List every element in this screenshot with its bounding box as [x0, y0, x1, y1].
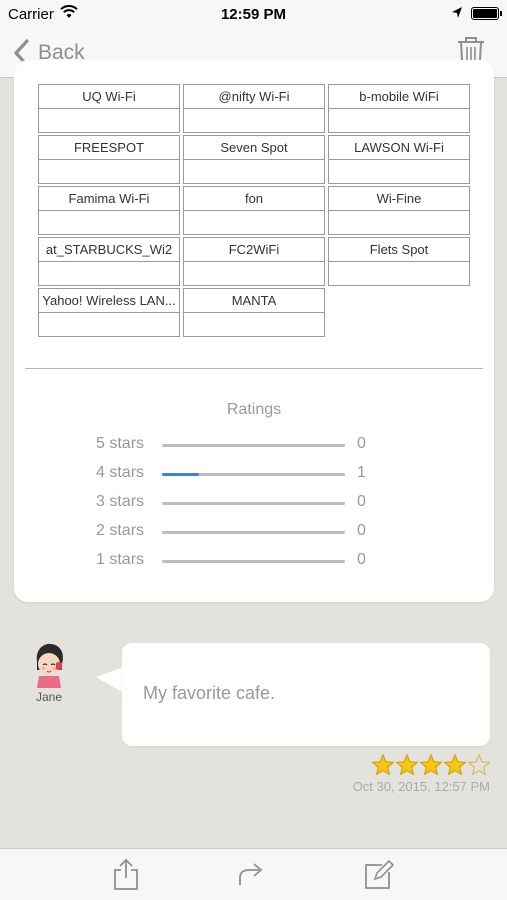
review-bubble: My favorite cafe.: [122, 643, 490, 746]
wifi-service-name: @nifty Wi-Fi: [184, 85, 324, 109]
wifi-service-name: Famima Wi-Fi: [39, 187, 179, 211]
rating-count: 0: [357, 493, 366, 510]
rating-bar: [162, 444, 345, 447]
rating-bar: [162, 502, 345, 505]
rating-count: 1: [357, 464, 366, 481]
wifi-service-name: FC2WiFi: [184, 238, 324, 262]
rating-bar: [162, 531, 345, 534]
section-divider: [25, 368, 483, 369]
review-text: My favorite cafe.: [143, 683, 276, 703]
rating-row: 3 stars 0: [14, 491, 494, 515]
rating-bar-fill: [162, 473, 199, 476]
star-filled-icon: [419, 754, 443, 776]
wifi-service-name: at_STARBUCKS_Wi2: [39, 238, 179, 262]
wifi-service-name: Yahoo! Wireless LAN...: [39, 289, 179, 313]
wifi-service-cell: at_STARBUCKS_Wi2: [38, 237, 180, 286]
avatar[interactable]: [29, 640, 69, 688]
wifi-service-cell: Wi-Fine: [328, 186, 470, 235]
wifi-service-cell: Yahoo! Wireless LAN...: [38, 288, 180, 337]
wifi-service-name: UQ Wi-Fi: [39, 85, 179, 109]
rating-count: 0: [357, 551, 366, 568]
rating-row: 5 stars 0: [14, 433, 494, 457]
wifi-service-cell: Flets Spot: [328, 237, 470, 286]
wifi-service-cell: LAWSON Wi-Fi: [328, 135, 470, 184]
review-date: Oct 30, 2015, 12:57 PM: [352, 779, 490, 794]
wifi-service-cell: b-mobile WiFi: [328, 84, 470, 133]
forward-icon[interactable]: [235, 857, 267, 891]
star-filled-icon: [371, 754, 395, 776]
battery-icon: [471, 7, 502, 20]
wifi-service-name: Wi-Fine: [329, 187, 469, 211]
rating-row: 2 stars 0: [14, 520, 494, 544]
rating-count: 0: [357, 435, 366, 452]
status-time: 12:59 PM: [220, 6, 287, 23]
rating-row: 1 stars 0: [14, 549, 494, 573]
wifi-service-name: Seven Spot: [184, 136, 324, 160]
location-arrow-icon: [452, 7, 462, 18]
place-detail-card: UQ Wi-Fi @nifty Wi-Fi b-mobile WiFi FREE…: [14, 60, 494, 602]
wifi-service-name: Flets Spot: [329, 238, 469, 262]
review-star-rating: [371, 754, 491, 776]
rating-bar: [162, 560, 345, 563]
star-filled-icon: [395, 754, 419, 776]
reviewer-name: Jane: [35, 690, 63, 704]
wifi-service-cell: Seven Spot: [183, 135, 325, 184]
wifi-service-cell: fon: [183, 186, 325, 235]
wifi-service-name: b-mobile WiFi: [329, 85, 469, 109]
wifi-service-cell: @nifty Wi-Fi: [183, 84, 325, 133]
rating-bar: [162, 473, 345, 476]
bottom-toolbar: [0, 848, 507, 900]
wifi-service-name: FREESPOT: [39, 136, 179, 160]
rating-count: 0: [357, 522, 366, 539]
wifi-service-cell: MANTA: [183, 288, 325, 337]
star-filled-icon: [443, 754, 467, 776]
wifi-service-name: MANTA: [184, 289, 324, 313]
rating-row: 4 stars 1: [14, 462, 494, 486]
wifi-service-cell: Famima Wi-Fi: [38, 186, 180, 235]
share-icon[interactable]: [110, 857, 142, 891]
wifi-service-cell: FREESPOT: [38, 135, 180, 184]
compose-icon[interactable]: [362, 857, 394, 891]
wifi-service-name: LAWSON Wi-Fi: [329, 136, 469, 160]
status-bar: Carrier 12:59 PM: [0, 0, 507, 28]
wifi-service-name: fon: [184, 187, 324, 211]
wifi-service-cell: FC2WiFi: [183, 237, 325, 286]
star-empty-icon: [467, 754, 491, 776]
ratings-title: Ratings: [226, 401, 282, 418]
wifi-service-cell: UQ Wi-Fi: [38, 84, 180, 133]
